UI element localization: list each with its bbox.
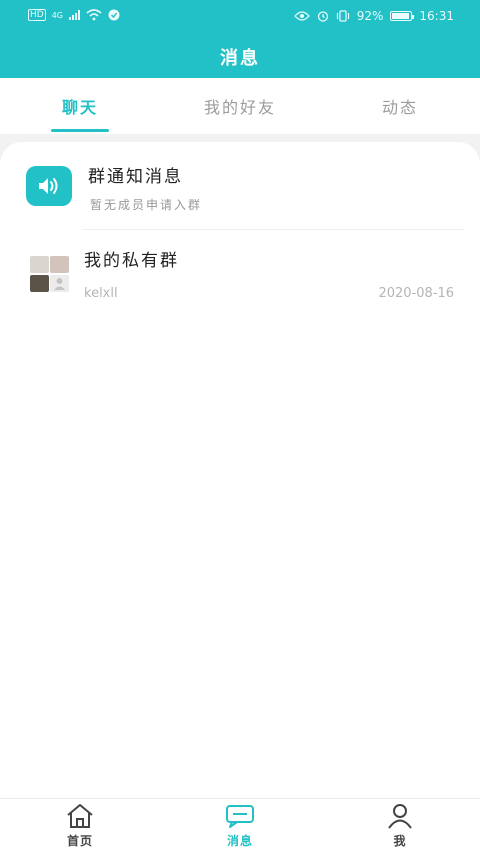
battery-percent: 92% bbox=[356, 9, 384, 23]
battery-fill bbox=[392, 13, 410, 19]
hd-badge: HD bbox=[28, 9, 46, 21]
nav-messages-label: 消息 bbox=[226, 834, 253, 848]
conversation-title: 我的私有群 bbox=[84, 251, 179, 271]
member-avatar bbox=[50, 256, 69, 273]
eye-icon bbox=[293, 11, 310, 21]
status-left: HD 4G bbox=[28, 9, 120, 21]
nav-me-label: 我 bbox=[393, 834, 407, 848]
conversation-item-private-group[interactable]: 我的私有群 kelxll 2020-08-16 bbox=[0, 230, 480, 318]
clock: 16:31 bbox=[419, 9, 454, 23]
member-avatar bbox=[30, 275, 49, 292]
conversation-preview: kelxll bbox=[84, 286, 118, 301]
tab-my-friends[interactable]: 我的好友 bbox=[160, 78, 320, 134]
conversation-item-group-notice[interactable]: 群通知消息 暂无成员申请入群 bbox=[0, 142, 480, 230]
wifi-icon bbox=[86, 9, 102, 21]
nav-home[interactable]: 首页 bbox=[0, 799, 160, 853]
vibrate-icon bbox=[336, 10, 349, 22]
message-icon bbox=[226, 805, 254, 828]
alarm-icon bbox=[317, 11, 328, 22]
sync-icon bbox=[108, 9, 120, 21]
status-bar: HD 4G 92% 16:31 bbox=[0, 0, 480, 34]
tab-chat[interactable]: 聊天 bbox=[0, 78, 160, 134]
nav-me[interactable]: 我 bbox=[320, 799, 480, 853]
person-icon bbox=[388, 804, 412, 829]
group-avatar bbox=[26, 256, 72, 294]
nav-home-label: 首页 bbox=[66, 834, 93, 848]
conversation-list: 群通知消息 暂无成员申请入群 我的私有群 kelxll 2020-08-16 bbox=[0, 142, 480, 798]
nav-messages[interactable]: 消息 bbox=[160, 799, 320, 853]
member-avatar bbox=[30, 256, 49, 273]
conversation-preview: 暂无成员申请入群 bbox=[90, 198, 203, 212]
tab-moments[interactable]: 动态 bbox=[320, 78, 480, 134]
conversation-title: 群通知消息 bbox=[88, 167, 183, 187]
bottom-nav: 首页 消息 我 bbox=[0, 798, 480, 853]
page-title: 消息 bbox=[220, 48, 260, 69]
default-avatar bbox=[50, 275, 69, 292]
tab-bar: 聊天 我的好友 动态 bbox=[0, 78, 480, 134]
signal-icon bbox=[69, 10, 80, 20]
status-right: 92% 16:31 bbox=[293, 9, 454, 23]
home-icon bbox=[67, 804, 93, 828]
network-label: 4G bbox=[51, 10, 63, 20]
conversation-date: 2020-08-16 bbox=[378, 286, 454, 301]
battery-icon bbox=[390, 11, 415, 21]
speaker-icon bbox=[26, 166, 72, 206]
app-header: HD 4G 92% 16:31 消息 bbox=[0, 0, 480, 78]
